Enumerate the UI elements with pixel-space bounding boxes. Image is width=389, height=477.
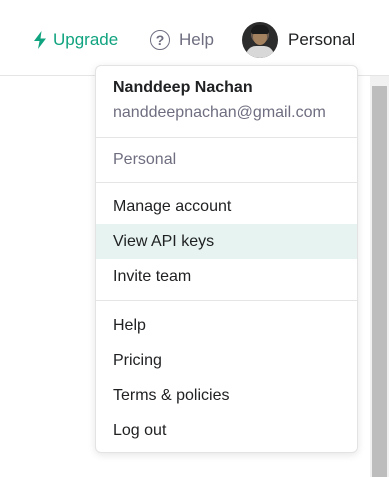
account-dropdown-menu: Nanddeep Nachan nanddeepnachan@gmail.com…	[95, 65, 358, 453]
menu-divider	[96, 137, 357, 138]
menu-divider	[96, 300, 357, 301]
menu-divider	[96, 182, 357, 183]
upgrade-label: Upgrade	[53, 30, 119, 49]
menu-item-manage-account[interactable]: Manage account	[96, 189, 357, 224]
avatar	[242, 22, 278, 58]
scrollbar-thumb[interactable]	[372, 86, 387, 477]
menu-item-pricing[interactable]: Pricing	[96, 343, 357, 378]
help-link[interactable]: ? Help	[150, 27, 214, 53]
question-circle-icon: ?	[150, 30, 170, 50]
menu-item-log-out[interactable]: Log out	[96, 413, 357, 448]
user-email: nanddeepnachan@gmail.com	[113, 104, 326, 121]
organization-label: Personal	[113, 151, 177, 168]
upgrade-link[interactable]: Upgrade	[33, 27, 118, 53]
menu-item-help[interactable]: Help	[96, 308, 357, 343]
menu-item-terms-policies[interactable]: Terms & policies	[96, 378, 357, 413]
profile-label: Personal	[288, 30, 356, 49]
menu-item-view-api-keys[interactable]: View API keys	[96, 224, 357, 259]
profile-menu-button[interactable]: Personal	[242, 22, 356, 58]
menu-item-invite-team[interactable]: Invite team	[96, 259, 357, 294]
user-name: Nanddeep Nachan	[113, 79, 253, 96]
help-label: Help	[179, 30, 214, 49]
lightning-bolt-icon	[34, 31, 46, 49]
